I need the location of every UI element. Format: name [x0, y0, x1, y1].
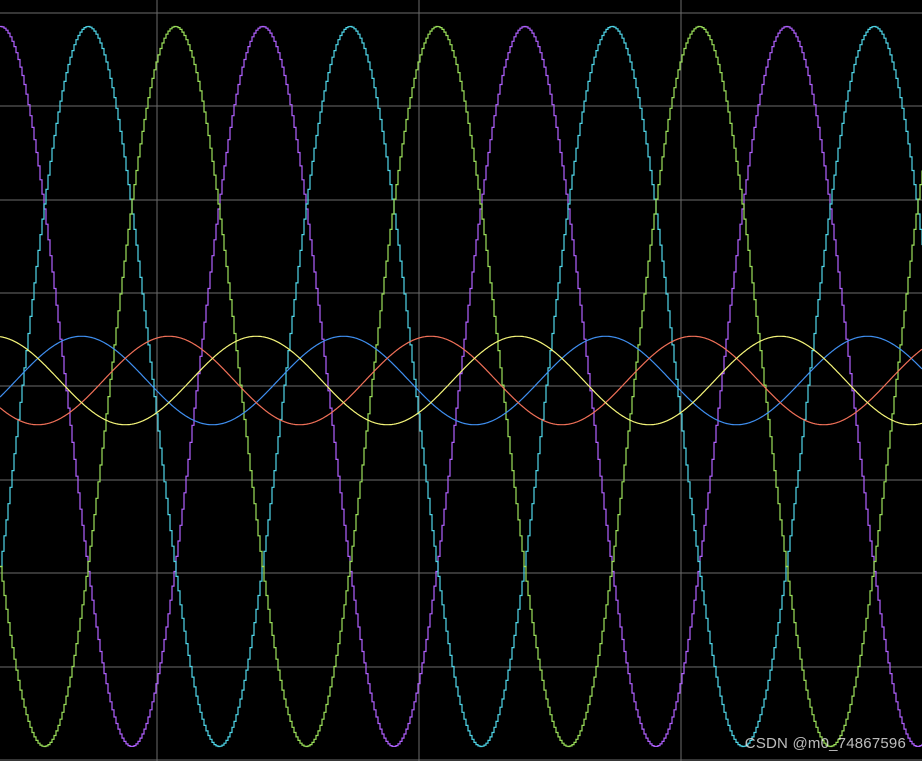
watermark-text: CSDN @m0_74867596 [744, 735, 906, 752]
plot-background [0, 0, 922, 761]
oscilloscope-plot [0, 0, 922, 761]
